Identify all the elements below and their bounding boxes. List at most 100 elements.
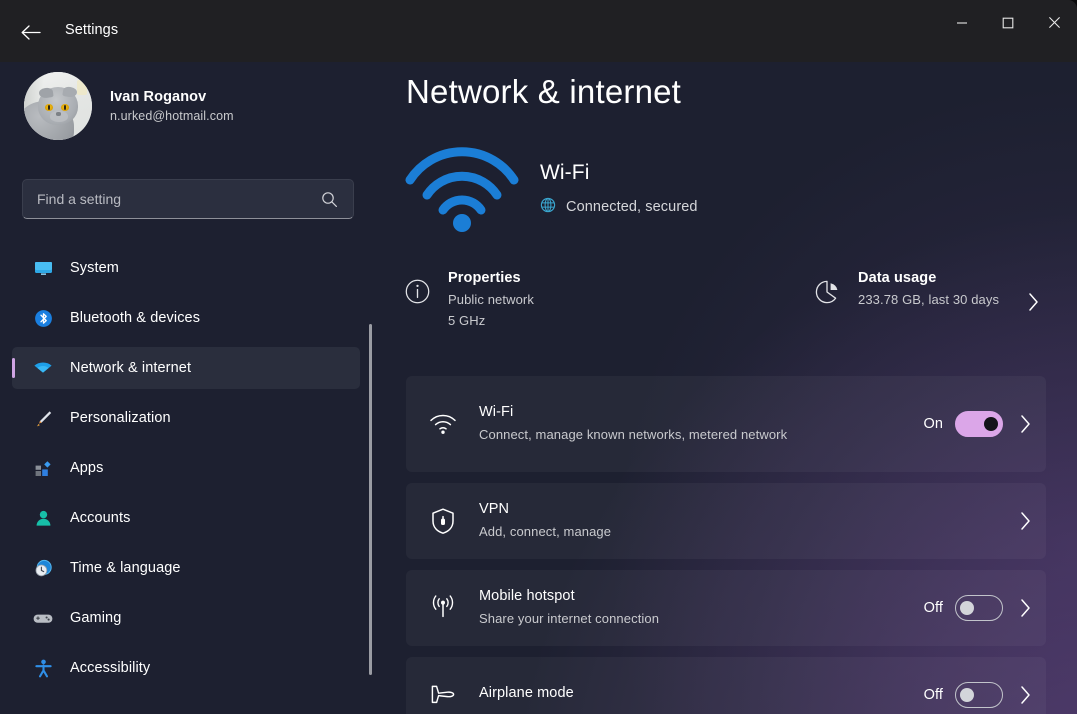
search-container [22, 179, 354, 219]
sidebar-item-label: Network & internet [70, 360, 192, 376]
profile-name: Ivan Roganov [110, 89, 207, 105]
maximize-icon [1002, 17, 1014, 28]
sidebar-item-label: Personalization [70, 410, 171, 426]
sidebar-item-apps[interactable]: Apps [12, 447, 360, 489]
monitor-icon [30, 258, 56, 279]
sidebar-item-label: Accessibility [70, 660, 151, 676]
quick-link-title: Properties [448, 270, 521, 286]
gamepad-icon [30, 608, 56, 629]
info-icon [402, 278, 432, 305]
sidebar-item-label: Time & language [70, 560, 181, 576]
quick-links-row: Properties Public network 5 GHz Data usa… [402, 270, 1050, 348]
apps-icon [30, 458, 56, 479]
card-vpn[interactable]: VPN Add, connect, manage [406, 483, 1046, 559]
sidebar-scrollbar[interactable] [368, 262, 374, 682]
card-controls: Off [924, 595, 1032, 621]
card-controls [1003, 511, 1032, 531]
chevron-right-icon[interactable] [1027, 292, 1040, 317]
search-input[interactable] [37, 180, 307, 218]
connection-status-label: Connected, secured [566, 199, 698, 215]
card-title: Mobile hotspot [479, 588, 575, 604]
connection-status: Connected, secured [540, 197, 698, 218]
user-profile[interactable]: Ivan Roganov n.urked@hotmail.com [24, 72, 234, 140]
wifi-icon [426, 412, 460, 436]
sidebar-scrollbar-thumb[interactable] [369, 324, 372, 675]
hotspot-toggle[interactable] [955, 595, 1003, 621]
chevron-right-icon[interactable] [1019, 685, 1032, 705]
properties-link[interactable]: Properties Public network 5 GHz [402, 270, 534, 328]
card-controls: Off [924, 682, 1032, 708]
card-subtitle: Connect, manage known networks, metered … [479, 427, 788, 442]
sidebar-item-label: System [70, 260, 119, 276]
card-title: VPN [479, 501, 510, 517]
sidebar-item-network-internet[interactable]: Network & internet [12, 347, 360, 389]
chevron-right-icon[interactable] [1019, 598, 1032, 618]
bluetooth-icon [30, 308, 56, 329]
toggle-state-label: Off [923, 600, 943, 616]
sidebar-item-system[interactable]: System [12, 247, 360, 289]
selection-indicator [12, 358, 15, 378]
minimize-button[interactable] [939, 0, 985, 45]
sidebar: Ivan Roganov n.urked@hotmail.com Find a … [0, 62, 380, 714]
minimize-icon [957, 21, 967, 24]
sidebar-item-accounts[interactable]: Accounts [12, 497, 360, 539]
airplane-toggle[interactable] [955, 682, 1003, 708]
globe-icon [540, 197, 556, 218]
sidebar-nav: System Bluetooth & devices Network & int… [12, 247, 360, 697]
chevron-right-icon[interactable] [1019, 511, 1032, 531]
sidebar-item-label: Gaming [70, 610, 122, 626]
close-icon [1048, 17, 1060, 28]
sidebar-item-label: Apps [70, 460, 104, 476]
avatar [24, 72, 92, 140]
search-icon [321, 191, 338, 213]
pie-chart-icon [812, 278, 842, 305]
toggle-state-label: Off [923, 687, 943, 703]
window-controls [939, 0, 1077, 45]
accessibility-icon [30, 658, 56, 679]
settings-window: Settings Ivan Roganov n.urked@hotmail.co… [0, 0, 1077, 714]
network-hero: Wi-Fi Connected, secured [402, 144, 698, 234]
wifi-toggle[interactable] [955, 411, 1003, 437]
quick-link-sub-2: 5 GHz [448, 313, 486, 328]
airplane-icon [426, 681, 460, 709]
vpn-shield-icon [426, 507, 460, 535]
card-subtitle: Add, connect, manage [479, 524, 612, 539]
card-controls: On [923, 411, 1032, 437]
quick-link-sub: Public network [448, 292, 534, 307]
card-title: Wi-Fi [479, 404, 514, 420]
person-icon [30, 508, 56, 529]
toggle-state-label: On [923, 416, 943, 432]
search-box[interactable] [22, 179, 354, 219]
page-title: Network & internet [406, 73, 682, 110]
maximize-button[interactable] [985, 0, 1031, 45]
wifi-signal-icon [402, 144, 522, 234]
data-usage-link[interactable]: Data usage 233.78 GB, last 30 days [812, 270, 999, 307]
card-airplane-mode[interactable]: Airplane mode Off [406, 657, 1046, 714]
card-subtitle: Share your internet connection [479, 611, 660, 626]
wifi-icon [30, 358, 56, 379]
sidebar-item-accessibility[interactable]: Accessibility [12, 647, 360, 689]
title-bar: Settings [0, 0, 1077, 62]
quick-link-sub: 233.78 GB, last 30 days [858, 292, 1000, 307]
close-button[interactable] [1031, 0, 1077, 45]
paintbrush-icon [30, 408, 56, 429]
sidebar-item-label: Bluetooth & devices [70, 310, 201, 326]
sidebar-item-bluetooth-devices[interactable]: Bluetooth & devices [12, 297, 360, 339]
chevron-right-icon[interactable] [1019, 414, 1032, 434]
card-wifi[interactable]: Wi-Fi Connect, manage known networks, me… [406, 376, 1046, 472]
clock-globe-icon [30, 558, 56, 579]
sidebar-item-personalization[interactable]: Personalization [12, 397, 360, 439]
sidebar-item-gaming[interactable]: Gaming [12, 597, 360, 639]
main-content: Network & internet Wi-Fi Connected, secu… [380, 62, 1077, 714]
back-button[interactable] [14, 17, 48, 47]
sidebar-item-time-language[interactable]: Time & language [12, 547, 360, 589]
settings-cards: Wi-Fi Connect, manage known networks, me… [406, 376, 1046, 714]
quick-link-title: Data usage [858, 270, 937, 286]
back-arrow-icon [21, 24, 41, 40]
card-mobile-hotspot[interactable]: Mobile hotspot Share your internet conne… [406, 570, 1046, 646]
profile-email: n.urked@hotmail.com [110, 109, 234, 123]
app-title: Settings [65, 22, 119, 38]
hotspot-icon [426, 595, 460, 621]
hero-title: Wi-Fi [540, 160, 590, 184]
sidebar-item-label: Accounts [70, 510, 131, 526]
